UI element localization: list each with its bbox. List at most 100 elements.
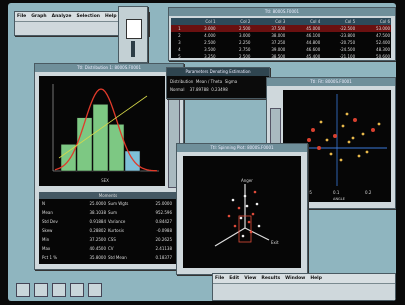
taskbar (16, 283, 166, 297)
table-row[interactable]: 3 2.500 2.250 37.250 44.800 -20.750 52.400 (171, 39, 391, 46)
tool-palette (118, 6, 148, 63)
bottom-menu-results[interactable]: Results (261, 276, 280, 281)
table-cell: 3 (178, 40, 181, 45)
stats-body: N 25.0000 Sum Wgts 25.0000 Mean 38.1038 Sum 952… (39, 199, 177, 262)
scatter-point (353, 118, 357, 122)
table-cell: 48.300 (376, 47, 391, 52)
spin-point (255, 202, 259, 206)
table-cell: 3.000 (204, 26, 216, 31)
stats-label: CV (108, 246, 114, 251)
stats-label: Skew (42, 228, 53, 233)
table-cell: -20.750 (339, 40, 356, 45)
bottom-menu-edit[interactable]: Edit (229, 276, 239, 281)
stats-value: 20.2625 (155, 237, 172, 242)
table-cell: 37.250 (271, 40, 286, 45)
table-cell: -21.100 (339, 54, 356, 59)
stats-value: 40.4500 (89, 246, 106, 251)
table-cell: 4.000 (204, 33, 216, 38)
spin-point (237, 206, 241, 210)
histogram-bar (92, 104, 109, 172)
histogram-titlebar[interactable]: Ttl: Distribution 1: 8000S.F0001 (35, 64, 183, 72)
histogram-chart: SEX (52, 84, 159, 183)
bottom-menu-help[interactable]: Help (310, 276, 322, 281)
table-cell: 47.500 (376, 33, 391, 38)
tool-slider[interactable] (131, 41, 135, 57)
stats-label: Mean (42, 210, 53, 215)
scatter-point (357, 154, 361, 158)
stats-title: Moments (39, 192, 177, 199)
table-cell: 46.100 (306, 33, 321, 38)
table-row[interactable]: 1 3.000 2.500 37.500 45.000 -22.500 53.000 (171, 25, 391, 32)
histogram-bar (124, 150, 141, 172)
bottom-window: File Edit View Results Window Help (212, 273, 396, 301)
stats-label: Std Dev (42, 219, 58, 224)
menu-file[interactable]: File (17, 14, 26, 19)
stats-value: 2.41138 (155, 246, 172, 251)
scatter-point (307, 138, 311, 142)
table-window: Ttl: 8000S.F0001 Col 1 Col 2 Col 3 Col 4 Col… (168, 7, 396, 61)
scatter-xlabel: ANGLE (333, 197, 345, 201)
spin-point (227, 214, 231, 218)
stats-value: 952.596 (155, 210, 172, 215)
task-icon-5[interactable] (88, 283, 102, 297)
spin-point (233, 224, 237, 228)
task-icon-3[interactable] (52, 283, 66, 297)
menu-analyze[interactable]: Analyze (52, 14, 72, 19)
spin-point (247, 220, 251, 224)
params-header-row: Distribution Mean / Theta Sigma (170, 79, 238, 84)
data-table: Col 1 Col 2 Col 3 Col 4 Col 5 Col 6 1 3.000 2.50… (171, 18, 391, 60)
spin-titlebar[interactable]: Ttl: Spinning Plot: 8000S.F0001 (177, 144, 307, 152)
bottom-menu-window[interactable]: Window (285, 276, 305, 281)
table-header-cell: Col 3 (275, 19, 286, 24)
scatter-point (345, 112, 349, 116)
spin-point (231, 198, 235, 202)
scatter-point (351, 136, 355, 140)
table-row[interactable]: 4 3.500 2.750 39.000 46.600 -24.500 48.300 (171, 46, 391, 53)
scatter-titlebar[interactable]: Ttl: Fit: 8000S.F0001 (267, 78, 395, 86)
bottom-menu-file[interactable]: File (215, 276, 224, 281)
scatter-point (311, 128, 315, 132)
stats-value: 25.0000 (155, 201, 172, 206)
histogram-bar (60, 144, 77, 172)
table-titlebar[interactable]: Ttl: 8000S.F0001 (169, 8, 395, 16)
tool-icon[interactable] (126, 19, 142, 39)
stats-label: Sum Wgts (108, 201, 129, 206)
menu-graph[interactable]: Graph (31, 14, 46, 19)
stats-row: N 25.0000 Sum Wgts 25.0000 (39, 199, 177, 208)
menu-help[interactable]: Help (105, 14, 117, 19)
params-titlebar[interactable]: Parameters Denoting Estimation (167, 68, 269, 76)
scatter-point (325, 138, 329, 142)
spin-label-exit: Exit (271, 240, 279, 245)
scatter-point (365, 150, 369, 154)
table-row[interactable]: 2 4.000 3.000 38.000 46.100 -23.800 47.500 (171, 32, 391, 39)
spin-label-anger: Anger (241, 178, 253, 183)
task-icon-4[interactable] (70, 283, 84, 297)
stats-label: Min (42, 237, 50, 242)
task-icon-1[interactable] (16, 283, 30, 297)
table-cell: -24.500 (339, 47, 356, 52)
table-row[interactable]: 5 3.250 2.500 38.500 45.400 -21.100 50.600 (171, 53, 391, 60)
bottom-menu-view[interactable]: View (244, 276, 256, 281)
table-cell: 3.500 (204, 47, 216, 52)
scatter-point (347, 140, 351, 144)
scatter-tick-2: 0.1 (333, 190, 340, 195)
table-header-cell: Col 5 (344, 19, 356, 24)
table-cell: 46.600 (306, 47, 321, 52)
stats-value: 37.2500 (89, 237, 106, 242)
table-header-cell: Col 2 (240, 19, 251, 24)
stats-row: Pct 1 % 35.8000 Std Mean 0.18377 (39, 253, 177, 262)
spin-point (239, 216, 243, 220)
stats-label: CSS (108, 237, 116, 242)
table-cell: 2.500 (239, 54, 251, 59)
histogram-bar (108, 124, 125, 172)
scatter-point (319, 120, 323, 124)
spin-panel: Anger Exit (183, 156, 301, 268)
bottom-menubar: File Edit View Results Window Help (213, 274, 395, 284)
menu-selection[interactable]: Selection (76, 14, 100, 19)
table-cell: -22.500 (339, 26, 356, 31)
scatter-point (333, 134, 337, 138)
params-window: Parameters Denoting Estimation Distribut… (166, 67, 270, 99)
table-cell: 2.750 (239, 47, 251, 52)
task-icon-2[interactable] (34, 283, 48, 297)
spin-point (245, 204, 249, 208)
